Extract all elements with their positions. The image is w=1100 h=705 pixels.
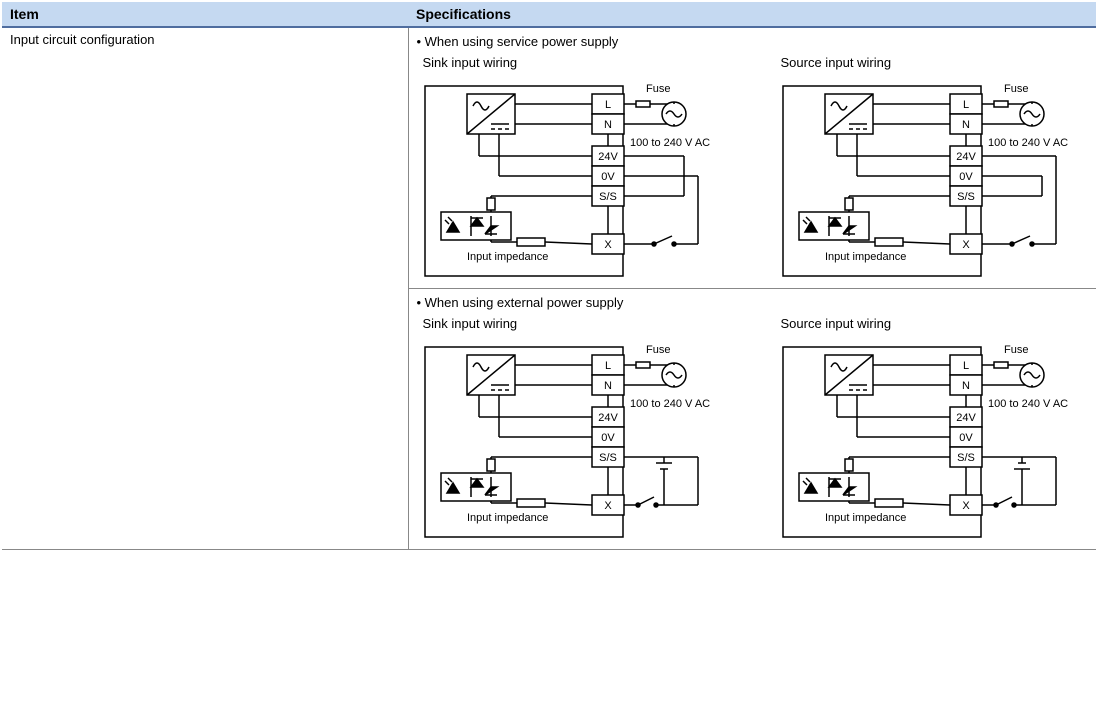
- svg-text:S/S: S/S: [957, 452, 975, 464]
- svg-text:S/S: S/S: [599, 452, 617, 464]
- svg-text:Fuse: Fuse: [1004, 83, 1028, 95]
- svg-text:Fuse: Fuse: [646, 83, 670, 95]
- svg-text:L: L: [604, 360, 610, 372]
- bullet-service: • When using service power supply: [417, 34, 1089, 49]
- svg-text:X: X: [962, 500, 970, 512]
- diagram-source-external: LN 24V 0V S/S X Fuse 100 to 240 V AC Input impe…: [775, 335, 1085, 545]
- svg-text:N: N: [604, 119, 612, 131]
- svg-text:N: N: [962, 119, 970, 131]
- svg-text:Input impedance: Input impedance: [467, 251, 548, 263]
- title-sink-1: Sink input wiring: [423, 55, 727, 70]
- svg-text:L: L: [962, 360, 968, 372]
- svg-text:0V: 0V: [959, 432, 973, 444]
- row-content: • When using service power supply Sink i…: [408, 27, 1096, 550]
- svg-text:100 to 240 V AC: 100 to 240 V AC: [988, 137, 1068, 149]
- svg-text:0V: 0V: [959, 171, 973, 183]
- svg-text:24V: 24V: [598, 151, 618, 163]
- svg-text:L: L: [962, 99, 968, 111]
- spec-table: Item Specifications Input circuit config…: [2, 2, 1096, 550]
- svg-text:Fuse: Fuse: [1004, 344, 1028, 356]
- svg-text:0V: 0V: [601, 171, 615, 183]
- svg-text:L: L: [604, 99, 610, 111]
- svg-text:0V: 0V: [601, 432, 615, 444]
- header-spec: Specifications: [408, 2, 1096, 27]
- svg-text:Input impedance: Input impedance: [467, 512, 548, 524]
- svg-text:24V: 24V: [956, 151, 976, 163]
- svg-text:100 to 240 V AC: 100 to 240 V AC: [630, 398, 710, 410]
- svg-text:S/S: S/S: [957, 191, 975, 203]
- title-source-2: Source input wiring: [781, 316, 1085, 331]
- svg-text:N: N: [962, 380, 970, 392]
- svg-text:24V: 24V: [956, 412, 976, 424]
- svg-text:X: X: [962, 239, 970, 251]
- section-external-power: • When using external power supply Sink …: [409, 289, 1097, 549]
- svg-text:N: N: [604, 380, 612, 392]
- svg-text:S/S: S/S: [599, 191, 617, 203]
- svg-text:Fuse: Fuse: [646, 344, 670, 356]
- section-service-power: • When using service power supply Sink i…: [409, 28, 1097, 289]
- svg-text:24V: 24V: [598, 412, 618, 424]
- diagram-sink-service: LN 24V 0V S/S X Fuse 100 to 240 V AC Input impe…: [417, 74, 727, 284]
- header-item: Item: [2, 2, 408, 27]
- svg-text:Input impedance: Input impedance: [825, 251, 906, 263]
- svg-text:X: X: [604, 239, 612, 251]
- row-label: Input circuit configuration: [2, 27, 408, 550]
- title-source-1: Source input wiring: [781, 55, 1085, 70]
- svg-text:Input impedance: Input impedance: [825, 512, 906, 524]
- svg-text:X: X: [604, 500, 612, 512]
- svg-text:100 to 240 V AC: 100 to 240 V AC: [988, 398, 1068, 410]
- diagram-sink-external: LN 24V 0V S/S X Fuse 100 to 240 V AC Input impe…: [417, 335, 727, 545]
- svg-text:100 to 240 V AC: 100 to 240 V AC: [630, 137, 710, 149]
- diagram-source-service: LN 24V 0V S/S X Fuse 100 to 240 V AC Input impe…: [775, 74, 1085, 284]
- bullet-external: • When using external power supply: [417, 295, 1089, 310]
- title-sink-2: Sink input wiring: [423, 316, 727, 331]
